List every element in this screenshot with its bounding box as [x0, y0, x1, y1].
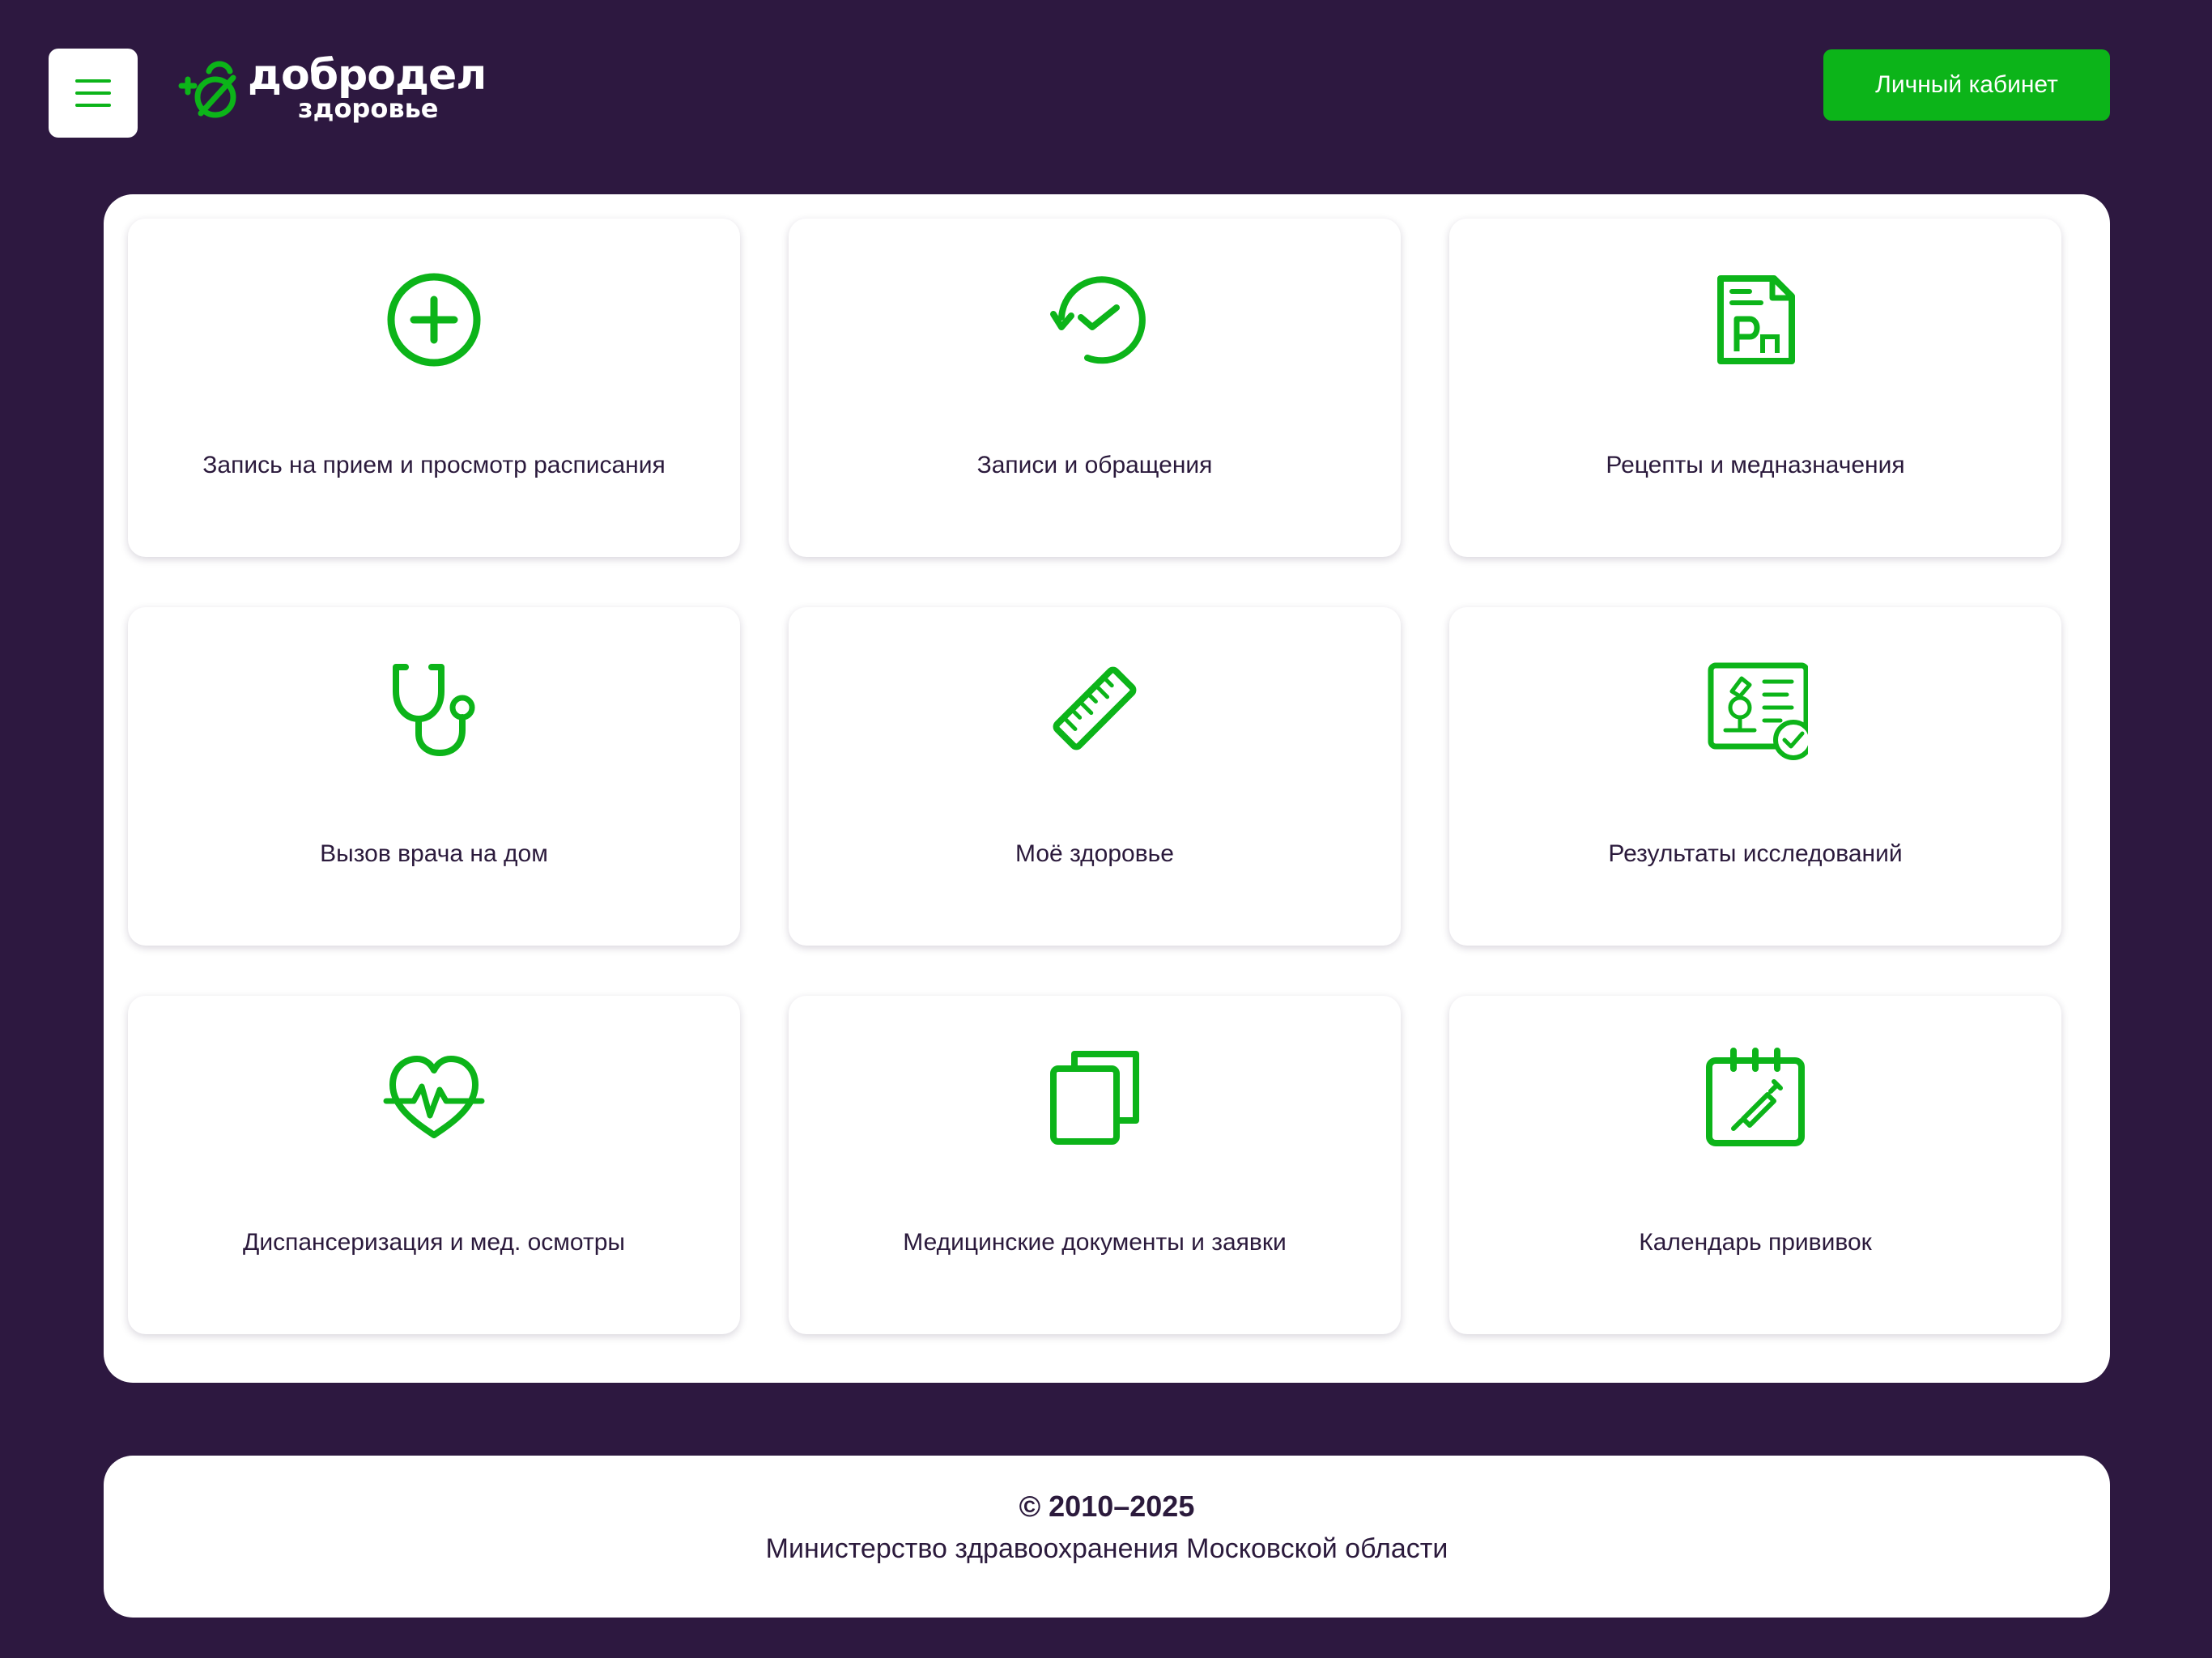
heart-pulse-icon	[381, 1044, 487, 1150]
service-card-label: Диспансеризация и мед. осмотры	[243, 1229, 625, 1256]
service-card-label: Рецепты и медназначения	[1606, 452, 1905, 478]
service-card-label: Моё здоровье	[1015, 840, 1174, 867]
plus-circle-icon	[381, 267, 487, 372]
logo[interactable]: добродел здоровье	[177, 50, 487, 131]
service-card-home-visit[interactable]: Вызов врача на дом	[128, 607, 740, 946]
ruler-icon	[1042, 656, 1147, 761]
service-card-label: Результаты исследований	[1608, 840, 1903, 867]
personal-account-button[interactable]: Личный кабинет	[1823, 49, 2110, 121]
services-panel: Запись на прием и просмотр расписания За…	[104, 194, 2110, 1383]
service-card-my-health[interactable]: Моё здоровье	[789, 607, 1401, 946]
service-card-results[interactable]: Результаты исследований	[1449, 607, 2061, 946]
vaccine-calendar-icon	[1703, 1044, 1808, 1150]
service-card-checkups[interactable]: Диспансеризация и мед. осмотры	[128, 996, 740, 1334]
service-card-label: Медицинские документы и заявки	[903, 1229, 1287, 1256]
service-card-documents[interactable]: Медицинские документы и заявки	[789, 996, 1401, 1334]
copyright: © 2010–2025	[1019, 1490, 1195, 1523]
hamburger-icon	[75, 79, 111, 107]
logo-subtitle: здоровье	[298, 93, 439, 124]
service-card-label: Календарь прививок	[1639, 1229, 1872, 1256]
documents-icon	[1042, 1044, 1147, 1150]
service-card-label: Вызов врача на дом	[320, 840, 548, 867]
services-grid: Запись на прием и просмотр расписания За…	[128, 219, 2063, 1334]
header: добродел здоровье Личный кабинет	[0, 0, 2212, 186]
menu-button[interactable]	[49, 49, 138, 138]
footer: © 2010–2025 Министерство здравоохранения…	[104, 1456, 2110, 1618]
stethoscope-icon	[381, 656, 487, 761]
service-card-appointment[interactable]: Запись на прием и просмотр расписания	[128, 219, 740, 557]
dobrodel-logo-icon	[178, 61, 236, 118]
lab-results-icon	[1703, 656, 1808, 761]
service-card-label: Записи и обращения	[976, 452, 1213, 478]
service-card-prescriptions[interactable]: Рецепты и медназначения	[1449, 219, 2061, 557]
prescription-icon	[1703, 267, 1808, 372]
service-card-label: Запись на прием и просмотр расписания	[202, 452, 666, 478]
service-card-vaccination[interactable]: Календарь прививок	[1449, 996, 2061, 1334]
service-card-records[interactable]: Записи и обращения	[789, 219, 1401, 557]
history-check-icon	[1042, 267, 1147, 372]
ministry-name: Министерство здравоохранения Московской …	[765, 1533, 1448, 1564]
